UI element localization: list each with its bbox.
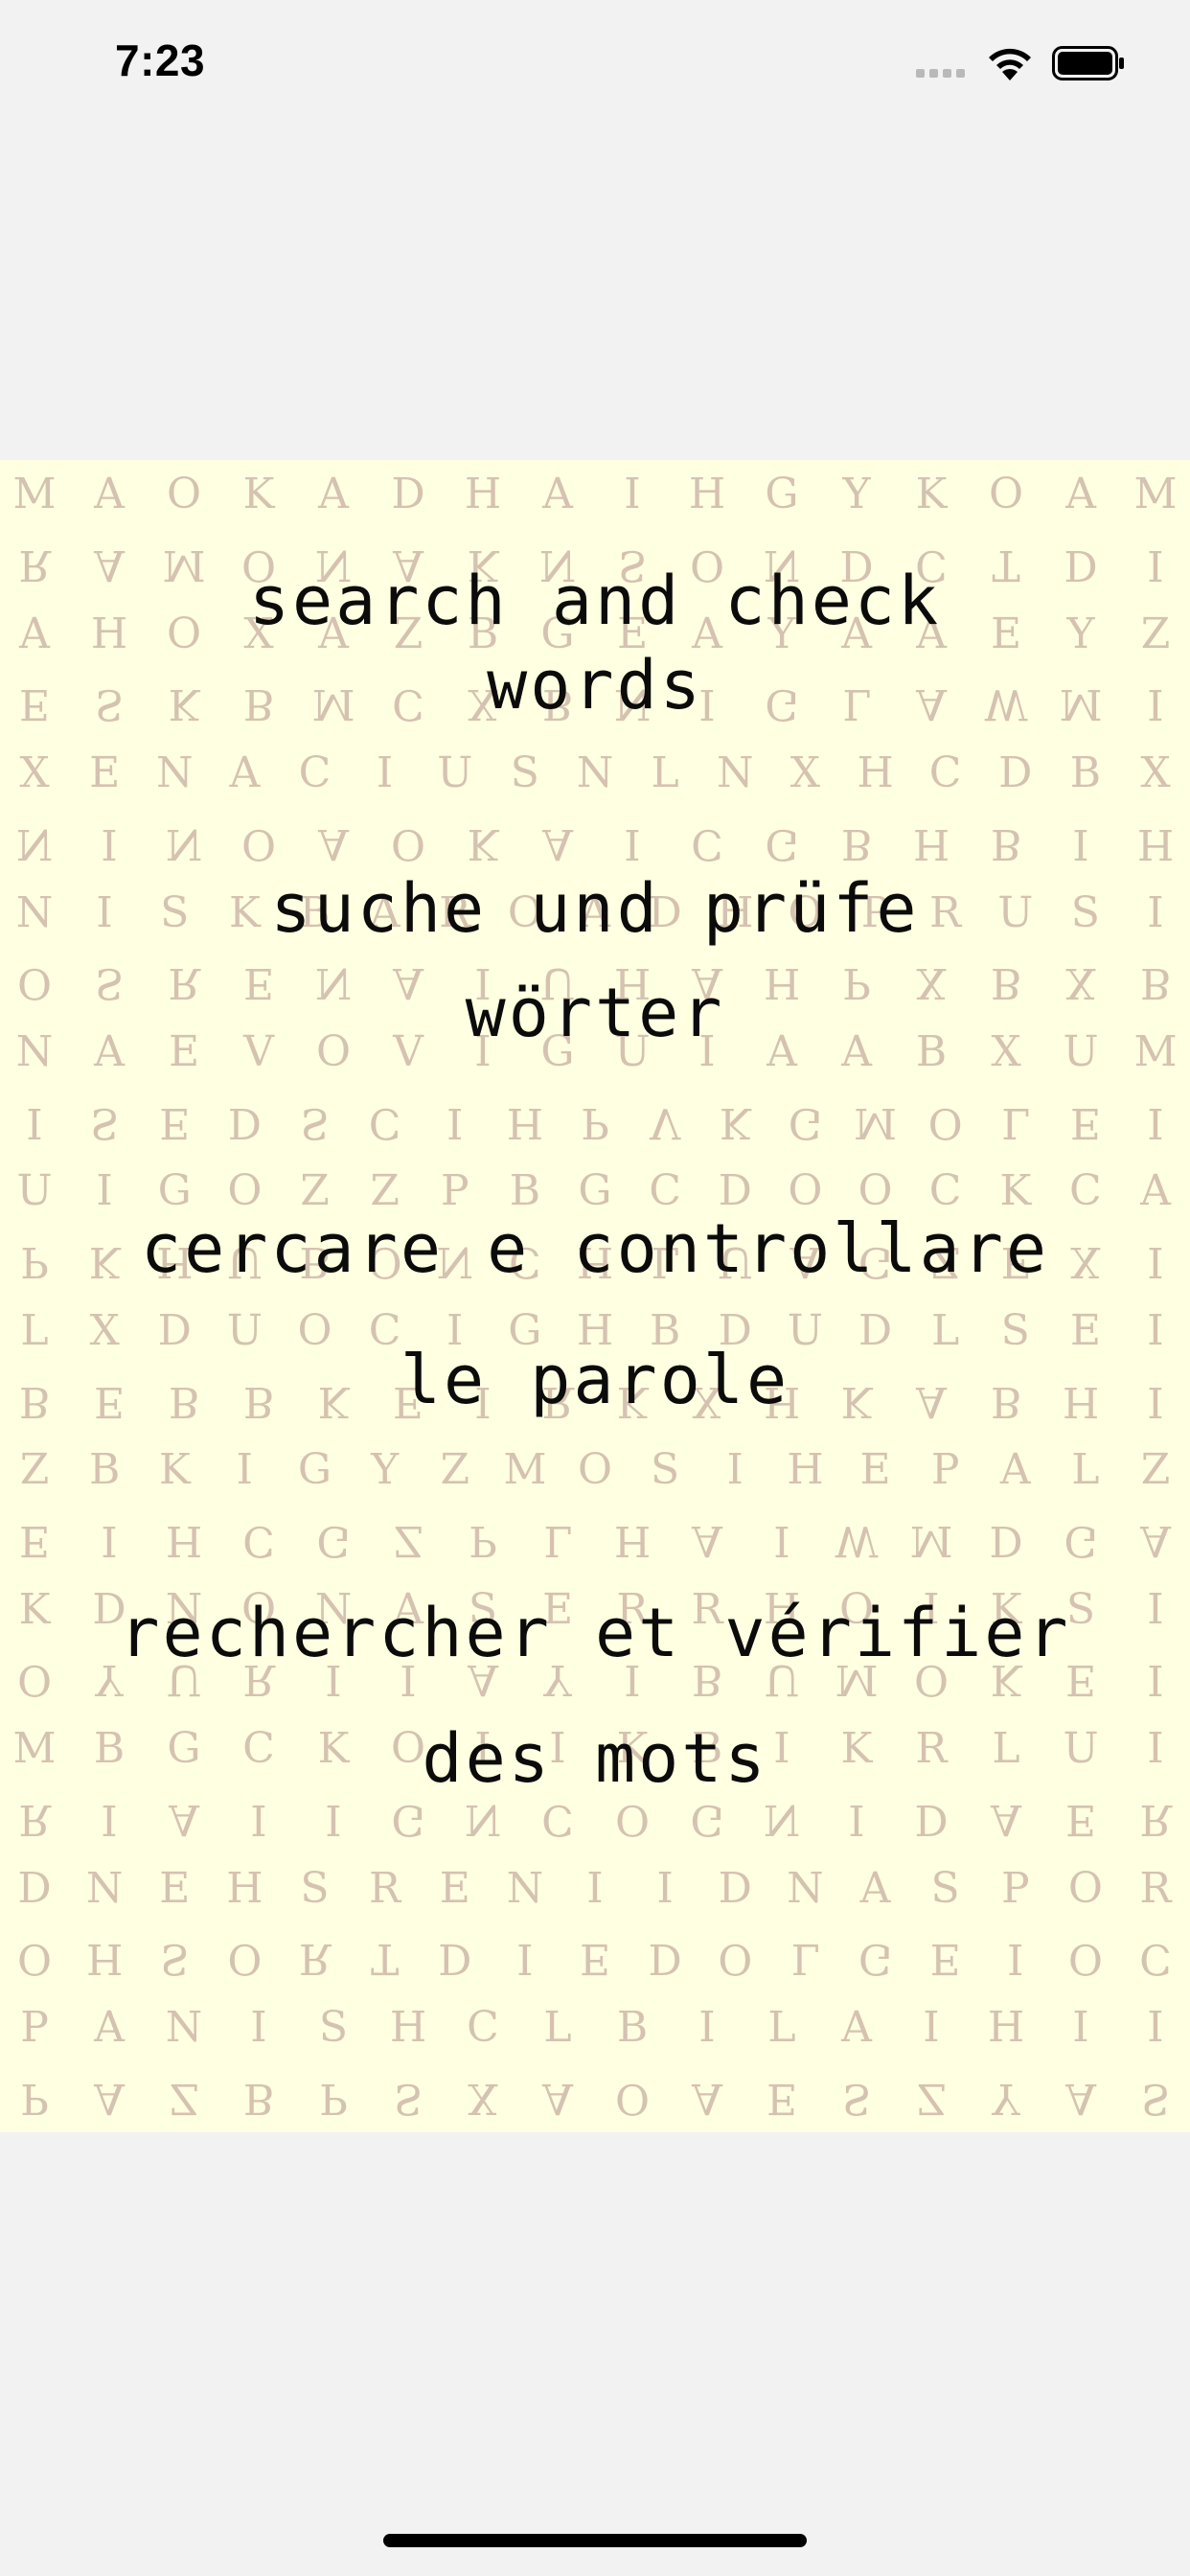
word-search-panel[interactable]: MAOKADHAIHGYKOAMRAMONAKNSONDCTDIAHOXAZBG…: [0, 460, 1190, 2132]
status-time: 7:23: [115, 35, 206, 85]
cellular-signal-icon: [916, 69, 965, 78]
language-phrases: search and check words suche und prüfe w…: [0, 460, 1190, 2132]
phrase-italian-line-2: le parole: [400, 1341, 790, 1419]
battery-icon: [1052, 46, 1124, 80]
phrase-italian-line-1: cercare e controllare: [140, 1209, 1049, 1288]
phrase-english-line-1: search and check: [248, 562, 942, 640]
phrase-german-line-2: wörter: [465, 974, 725, 1052]
phrase-french-line-1: rechercher et vérifier: [119, 1594, 1071, 1672]
status-bar: 7:23: [0, 0, 1190, 134]
phrase-german-line-1: suche und prüfe: [270, 869, 920, 948]
home-indicator[interactable]: [383, 2534, 807, 2547]
phrase-english-line-2: words: [487, 646, 703, 724]
wifi-icon: [989, 48, 1031, 80]
phrase-french-line-2: des mots: [422, 1719, 768, 1798]
